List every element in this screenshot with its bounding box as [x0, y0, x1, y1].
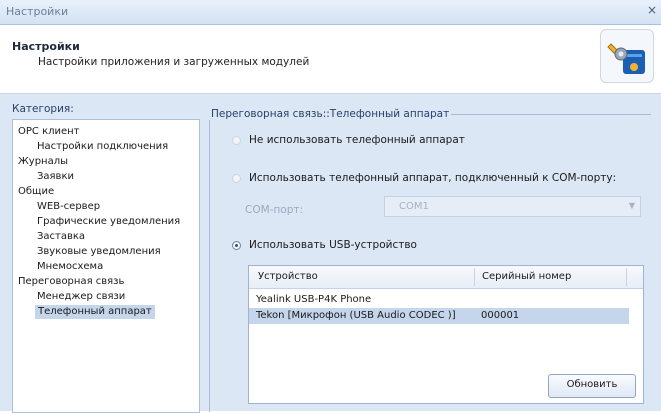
tree-item-mnemonic-scheme[interactable]: Мнемосхема	[37, 260, 103, 274]
serial-cell: 000001	[481, 310, 520, 321]
header-title: Настройки	[12, 40, 80, 53]
category-label: Категория:	[12, 103, 74, 115]
device-cell: Yealink USB-P4K Phone	[256, 294, 372, 305]
option-no-phone[interactable]: Не использовать телефонный аппарат	[232, 134, 465, 146]
column-serial[interactable]: Серийный номер	[482, 271, 571, 282]
title-bar: Настройки ×	[0, 0, 661, 25]
option-com-phone-label: Использовать телефонный аппарат, подключ…	[249, 172, 617, 184]
tree-item-sound-notifications[interactable]: Звуковые уведомления	[37, 245, 161, 259]
tree-item-intercom[interactable]: Переговорная связь	[18, 275, 124, 289]
panel-title: Переговорная связь::Телефонный аппарат	[209, 108, 452, 120]
refresh-button[interactable]: Обновить	[548, 374, 636, 398]
radio-usb-device[interactable]	[232, 240, 241, 250]
tree-item-screensaver[interactable]: Заставка	[37, 230, 85, 244]
radio-no-phone[interactable]	[232, 135, 241, 145]
option-no-phone-label: Не использовать телефонный аппарат	[249, 134, 465, 146]
option-com-phone[interactable]: Использовать телефонный аппарат, подключ…	[232, 172, 616, 184]
tree-item-general[interactable]: Общие	[18, 185, 54, 199]
com-port-value: COM1	[399, 201, 429, 212]
com-port-select[interactable]: COM1 ▼	[384, 196, 641, 217]
tree-item-connection-manager[interactable]: Менеджер связи	[37, 290, 125, 304]
device-cell: Tekon [Микрофон (USB Audio CODEC )]	[256, 310, 456, 321]
category-tree[interactable]: OPC клиент Настройки подключения Журналы…	[12, 119, 200, 413]
tree-item-web-server[interactable]: WEB-сервер	[37, 200, 100, 214]
close-icon[interactable]: ×	[647, 3, 657, 17]
column-separator	[626, 268, 627, 286]
column-device[interactable]: Устройство	[258, 271, 318, 282]
header-subtitle: Настройки приложения и загруженных модул…	[38, 56, 310, 68]
tree-item-graphic-notifications[interactable]: Графические уведомления	[37, 215, 180, 229]
window-title: Настройки	[6, 5, 69, 18]
radio-com-phone[interactable]	[232, 173, 241, 183]
tree-item-telephone[interactable]: Телефонный аппарат	[35, 305, 155, 319]
table-row[interactable]: Tekon [Микрофон (USB Audio CODEC )] 0000…	[249, 308, 629, 324]
tree-item-opc-client[interactable]: OPC клиент	[18, 125, 80, 139]
table-row[interactable]: Yealink USB-P4K Phone	[249, 292, 629, 308]
chevron-down-icon: ▼	[628, 201, 635, 210]
device-table-header: Устройство Серийный номер	[249, 266, 643, 289]
settings-content: Категория: OPC клиент Настройки подключе…	[0, 94, 661, 413]
column-separator	[474, 268, 475, 286]
tree-item-requests[interactable]: Заявки	[37, 170, 74, 184]
settings-header: Настройки Настройки приложения и загруже…	[0, 25, 661, 94]
com-port-label: COM-порт:	[245, 204, 304, 216]
settings-wrench-icon	[600, 29, 654, 83]
tree-item-connection-settings[interactable]: Настройки подключения	[37, 140, 168, 154]
tree-item-journals[interactable]: Журналы	[18, 155, 68, 169]
option-usb-device[interactable]: Использовать USB-устройство	[232, 239, 417, 251]
option-usb-device-label: Использовать USB-устройство	[249, 239, 417, 251]
